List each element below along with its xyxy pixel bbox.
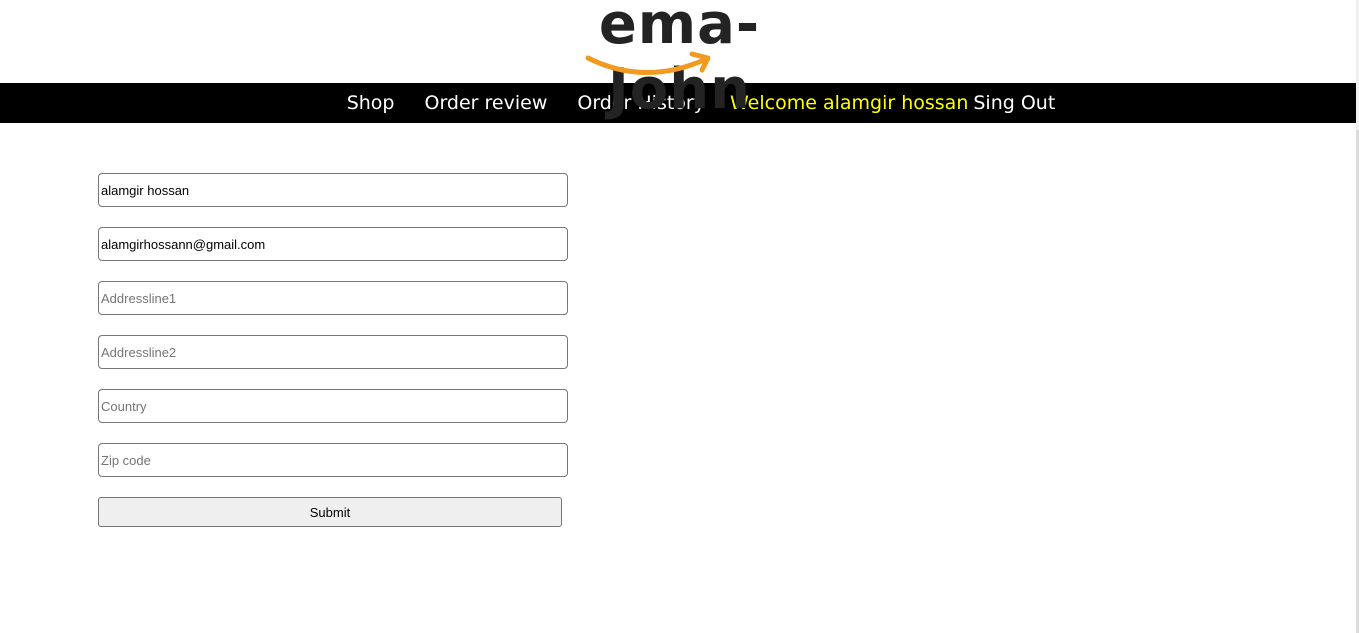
page: ema-John Shop Order review Order History… <box>0 0 1359 633</box>
header: ema-John <box>0 0 1359 122</box>
address-line1-input[interactable] <box>98 281 568 315</box>
address-line2-input[interactable] <box>98 335 568 369</box>
country-input[interactable] <box>98 389 568 423</box>
name-input[interactable] <box>98 173 568 207</box>
nav-shop-link[interactable]: Shop <box>347 92 395 114</box>
sign-out-button[interactable]: Sing Out <box>973 92 1055 114</box>
logo[interactable]: ema-John <box>530 0 830 122</box>
shipping-form: Submit <box>98 173 568 527</box>
submit-button[interactable]: Submit <box>98 497 562 527</box>
smile-arrow-icon <box>585 51 710 75</box>
zip-code-input[interactable] <box>98 443 568 477</box>
email-input[interactable] <box>98 227 568 261</box>
